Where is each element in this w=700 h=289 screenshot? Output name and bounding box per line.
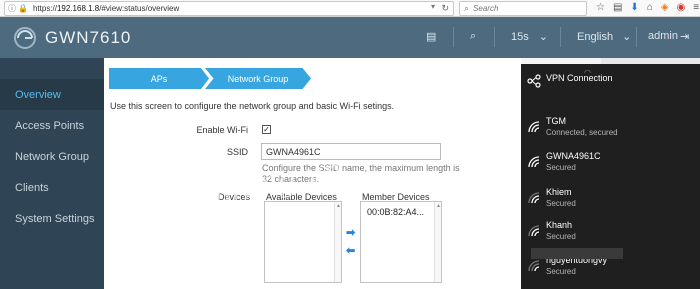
wifi-network-item[interactable]: TGM Connected, secured (521, 116, 700, 140)
sidebar-item-system-settings[interactable]: System Settings (0, 203, 104, 234)
collapse-icon[interactable]: ◠ (584, 68, 591, 77)
extension-icon[interactable]: ◈ (661, 2, 669, 13)
vpn-label: VPN Connection (546, 73, 613, 83)
user-name[interactable]: admin (648, 30, 678, 42)
reload-icon[interactable]: ↻ (441, 3, 449, 14)
browser-toolbar: ⓘ 🔒 https://192.168.1.8/#view:status/ove… (0, 0, 700, 17)
info-icon[interactable]: ⓘ (8, 3, 16, 14)
app-title: GWN7610 (45, 28, 132, 47)
address-bar[interactable]: ⓘ 🔒 https://192.168.1.8/#view:status/ove… (4, 1, 454, 16)
url-dropdown-icon[interactable]: ▾ (431, 2, 435, 11)
logout-icon[interactable]: ⇥ (680, 30, 689, 43)
ssid-input[interactable] (261, 143, 441, 160)
wifi-signal-icon (528, 121, 540, 133)
header-divider (453, 27, 454, 47)
header-divider (494, 27, 495, 47)
chevron-down-icon: ⌄ (538, 31, 548, 43)
wifi-network-status: Secured (546, 232, 576, 241)
grandstream-logo-icon (14, 27, 36, 49)
wifi-network-status: Secured (546, 267, 576, 276)
enable-wifi-label: Enable Wi-Fi (196, 125, 248, 135)
wifi-network-status: Connected, secured (546, 128, 618, 137)
wifi-network-name: TGM (546, 116, 566, 126)
toolbar-icons: ☆ ▤ ⬇ ⌂ ◈ ◉ ≡ (596, 2, 699, 13)
wifi-signal-icon (528, 156, 540, 168)
url-text: https://192.168.1.8/#view:status/overvie… (32, 4, 180, 13)
setup-wizard-panel: APs Network Group Use this screen to con… (104, 58, 521, 289)
home-icon[interactable]: ⌂ (647, 2, 653, 13)
browser-search-box[interactable]: ⌕ (459, 1, 587, 16)
browser-search-input[interactable] (473, 4, 574, 13)
wifi-signal-icon (528, 225, 540, 237)
wifi-network-name: Khiem (546, 187, 572, 197)
header-divider (636, 27, 637, 47)
wifi-signal-icon (528, 260, 540, 272)
move-right-arrow-icon[interactable]: ➡ (346, 226, 355, 239)
devices-label: Devices (217, 192, 250, 202)
sidebar-item-network-group[interactable]: Network Group (0, 141, 104, 172)
menu-icon[interactable]: ≡ (693, 2, 699, 13)
scroll-up-icon[interactable]: ▲ (336, 203, 341, 209)
search-icon[interactable]: ⌕ (470, 30, 476, 43)
vpn-icon (527, 74, 541, 88)
wifi-network-item[interactable]: GWNA4961C Secured (521, 151, 700, 175)
refresh-interval-select[interactable]: 15s ⌄ (511, 30, 548, 43)
report-icon[interactable]: ▤ (426, 30, 436, 43)
adblock-icon[interactable]: ◉ (677, 2, 686, 13)
sidebar-item-overview[interactable]: Overview (0, 79, 104, 110)
wifi-network-item[interactable]: Khanh Secured (521, 220, 700, 244)
wifi-network-status: Secured (546, 163, 576, 172)
chevron-down-icon: ⌄ (622, 31, 632, 43)
member-devices-list[interactable]: 00:0B:82:A4... ▲ (360, 201, 442, 283)
wizard-step-aps[interactable]: APs (109, 68, 209, 89)
enable-wifi-checkbox[interactable]: ✓ (262, 125, 271, 134)
download-icon[interactable]: ⬇ (630, 2, 638, 13)
wizard-steps: APs Network Group (109, 68, 311, 89)
vpn-connection-item[interactable]: VPN Connection (521, 70, 700, 90)
scroll-up-icon[interactable]: ▲ (436, 203, 441, 209)
scrollbar[interactable]: ▲ (334, 202, 341, 282)
wifi-network-item[interactable]: Khiem Secured (521, 187, 700, 211)
available-devices-list[interactable]: ▲ (264, 201, 342, 283)
wifi-hover-highlight (531, 248, 623, 259)
wizard-step-network-group[interactable]: Network Group (205, 68, 311, 89)
list-item[interactable]: 00:0B:82:A4... (367, 207, 424, 217)
search-icon: ⌕ (464, 3, 470, 13)
sidebar: Overview Access Points Network Group Cli… (0, 58, 104, 289)
bookmark-star-icon[interactable]: ☆ (596, 2, 605, 13)
reading-list-icon[interactable]: ▤ (613, 2, 622, 13)
ssid-hint: Configure the SSID name, the maximum len… (262, 163, 460, 184)
wifi-network-name: Khanh (546, 220, 573, 230)
language-select[interactable]: English ⌄ (577, 30, 631, 43)
wifi-network-name: GWNA4961C (546, 151, 601, 161)
wifi-network-status: Secured (546, 199, 576, 208)
move-left-arrow-icon[interactable]: ⬅ (346, 244, 355, 257)
app-header: GWN7610 ▤ ⌕ 15s ⌄ English ⌄ admin ⇥ (0, 17, 700, 58)
lock-icon: 🔒 (18, 4, 28, 13)
scrollbar[interactable]: ▲ (434, 202, 441, 282)
wizard-description: Use this screen to configure the network… (110, 101, 395, 111)
wifi-signal-icon (528, 192, 540, 204)
ssid-label: SSID (226, 147, 248, 157)
sidebar-item-clients[interactable]: Clients (0, 172, 104, 203)
sidebar-item-access-points[interactable]: Access Points (0, 110, 104, 141)
header-divider (560, 27, 561, 47)
